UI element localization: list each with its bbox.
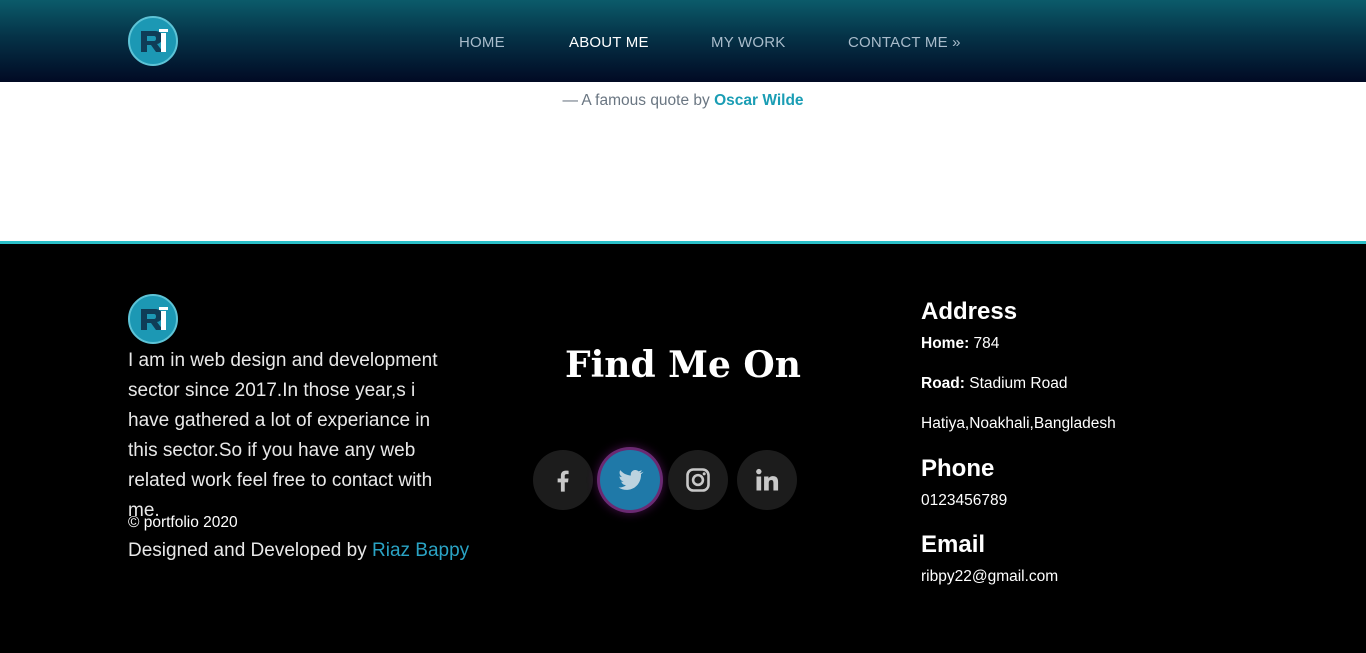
nav-about-me[interactable]: ABOUT ME — [569, 33, 649, 53]
twitter-button[interactable] — [600, 450, 660, 510]
home-label: Home: — [921, 335, 970, 352]
social-links — [0, 450, 1366, 510]
quote-attribution: — A famous quote by Oscar Wilde — [0, 91, 1366, 111]
quote-section: — A famous quote by Oscar Wilde — [0, 82, 1366, 244]
site-footer: I am in web design and development secto… — [0, 245, 1366, 653]
road-label: Road: — [921, 375, 965, 392]
nav-home[interactable]: HOME — [459, 33, 505, 53]
developer-link[interactable]: Riaz Bappy — [372, 540, 469, 561]
nav-contact-me[interactable]: CONTACT ME » — [848, 33, 961, 53]
quote-author: Oscar Wilde — [714, 92, 804, 109]
credit-prefix: Designed and Developed by — [128, 540, 373, 561]
copyright-text: © portfolio 2020 — [128, 514, 238, 531]
find-me-heading: Find Me On — [565, 344, 801, 386]
home-value: 784 — [969, 335, 1000, 352]
phone-number: 0123456789 — [921, 492, 1008, 509]
site-header: HOME ABOUT ME MY WORK CONTACT ME » — [0, 0, 1366, 82]
address-heading: Address — [921, 298, 1018, 325]
home-address: Home: 784 — [921, 334, 999, 354]
nav-my-work[interactable]: MY WORK — [711, 33, 785, 53]
instagram-button[interactable] — [668, 450, 728, 510]
instagram-icon — [686, 468, 710, 492]
facebook-icon — [557, 470, 569, 492]
email-heading: Email — [921, 531, 986, 558]
quote-prefix: — A famous quote by — [562, 92, 715, 109]
city-address: Hatiya,Noakhali,Bangladesh — [921, 415, 1116, 432]
phone-heading: Phone — [921, 455, 995, 482]
main-nav: HOME ABOUT ME MY WORK CONTACT ME » — [0, 33, 1366, 53]
linkedin-button[interactable] — [737, 450, 797, 510]
road-address: Road: Stadium Road — [921, 374, 1067, 394]
credit-line: Designed and Developed by Riaz Bappy — [128, 539, 469, 563]
email-address: ribpy22@gmail.com — [921, 568, 1059, 585]
footer-logo-icon[interactable] — [128, 294, 178, 344]
road-value: Stadium Road — [964, 375, 1068, 392]
facebook-button[interactable] — [533, 450, 593, 510]
linkedin-icon — [756, 468, 779, 491]
twitter-icon — [618, 469, 644, 490]
